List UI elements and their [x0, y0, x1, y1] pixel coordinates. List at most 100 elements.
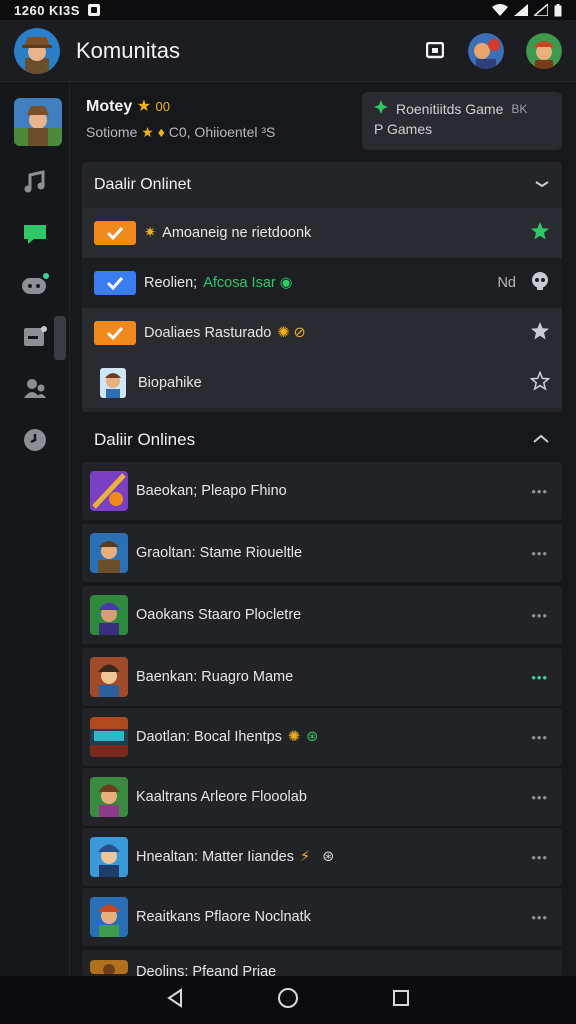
online-row-4[interactable]: Biopahike — [82, 358, 562, 408]
online-list-title: Daliir Onlines — [94, 430, 196, 449]
blocked-icon: ⊘ — [293, 325, 306, 341]
more-options-icon[interactable]: ••• — [531, 730, 548, 745]
wifi-icon — [492, 4, 508, 16]
online-panel-title: Daalir Onlinet — [94, 176, 191, 193]
sparkle-icon — [374, 100, 388, 117]
online-panel: Daalir Onlinet ✷ Amoaneig ne rietdoonk R… — [82, 162, 562, 412]
game-row[interactable]: Baenkan: Ruagro Mame ••• — [82, 648, 562, 706]
online-row-3[interactable]: Doaliaes Rasturado ✺ ⊘ — [82, 308, 562, 358]
profile-name: Motey — [86, 98, 133, 115]
online-row-4-label: Biopahike — [138, 375, 202, 391]
games-chip-tag: BK — [511, 101, 528, 116]
music-note-icon — [22, 169, 48, 200]
game-thumb — [90, 657, 128, 697]
more-options-icon[interactable]: ••• — [531, 608, 548, 623]
skull-icon[interactable] — [530, 271, 550, 295]
sidebar-item-music[interactable] — [0, 164, 70, 204]
message-bubble-icon — [22, 222, 48, 251]
games-chip-subtitle: P Games — [374, 121, 433, 137]
game-thumb — [90, 837, 128, 877]
star-icon-2: ★ — [141, 124, 154, 140]
profile-sub-mid: C0, Ohiioentel — [168, 124, 258, 140]
collapse-icon[interactable] — [534, 176, 550, 194]
chat-icon[interactable] — [424, 40, 446, 62]
chevron-up-icon[interactable] — [532, 431, 550, 449]
game-row[interactable]: Hnealtan: Matter Iiandes ⚡ ⊛ ••• — [82, 828, 562, 886]
more-options-icon[interactable]: ••• — [531, 484, 548, 499]
game-label: Baenkan: Ruagro Mame — [136, 669, 294, 685]
profile-sub-prefix: Sotiome — [86, 124, 138, 140]
game-row[interactable]: Reaitkans Pflaore Noclnatk ••• — [82, 888, 562, 946]
online-row-3-label: Doaliaes Rasturado — [144, 325, 272, 341]
lightning-icon: ⚡ — [299, 849, 311, 865]
checkbox-checked-blue[interactable] — [94, 271, 136, 295]
server-avatar[interactable] — [14, 98, 62, 146]
friend-avatar-1[interactable] — [468, 32, 504, 69]
controller-icon — [20, 272, 50, 301]
game-row[interactable]: Graoltan: Stame Rioueltle ••• — [82, 524, 562, 582]
game-row[interactable]: Oaokans Staaro Plocletre ••• — [82, 586, 562, 644]
profile-subtitle: Sotiome ★ ♦ C0, Ohiioentel ³S — [86, 124, 356, 141]
sidebar-item-friends[interactable] — [0, 370, 70, 410]
game-label: Deolins: Pfeand Priae — [136, 964, 277, 976]
game-label: Graoltan: Stame Rioueltle — [136, 545, 303, 561]
checkbox-checked-2[interactable] — [94, 321, 136, 345]
game-label: Daotlan: Bocal Ihentps — [136, 729, 282, 745]
folder-icon — [22, 324, 48, 353]
game-thumb — [90, 471, 128, 511]
home-icon[interactable] — [277, 987, 299, 1014]
back-icon[interactable] — [166, 987, 184, 1013]
game-label: Hnealtan: Matter Iiandes — [136, 849, 294, 865]
game-row[interactable]: Kaaltrans Arleore Flooolab ••• — [82, 768, 562, 826]
friend-avatar-2[interactable] — [526, 32, 562, 69]
star-filled-icon[interactable] — [530, 321, 550, 345]
online-list-header[interactable]: Daliir Onlines — [82, 416, 562, 464]
profile-summary[interactable]: Motey ★ 00 Sotiome ★ ♦ C0, Ohiioentel ³S — [86, 96, 356, 150]
recents-icon[interactable] — [392, 989, 410, 1012]
profile-sub-end: ³S — [261, 124, 276, 140]
online-row-2-label: Reolien; — [144, 275, 198, 291]
game-label: Baeokan; Pleapo Fhino — [136, 483, 287, 499]
favorite-star-icon[interactable] — [530, 221, 550, 245]
online-row-1[interactable]: ✷ Amoaneig ne rietdoonk — [82, 208, 562, 258]
sidebar-item-messages[interactable] — [0, 216, 70, 256]
system-nav-bar — [0, 976, 576, 1024]
notification-icon — [87, 4, 100, 16]
online-row-2[interactable]: Reolien; Afcosa Isar ◉ Nd — [82, 258, 562, 308]
sidebar-item-history[interactable] — [0, 422, 70, 462]
game-label: Reaitkans Pflaore Noclnatk — [136, 909, 311, 925]
star-outline-icon[interactable] — [529, 370, 551, 395]
game-thumb — [90, 777, 128, 817]
online-row-2-end-label: Nd — [497, 275, 516, 291]
user-avatar[interactable] — [14, 27, 60, 74]
trophy-icon: ♦ — [157, 124, 165, 140]
sidebar-item-files[interactable] — [0, 318, 70, 358]
badge-icon: ✷ — [144, 225, 157, 241]
sidebar-item-voice[interactable] — [0, 266, 70, 306]
page-title: Komunitas — [76, 37, 180, 63]
games-chip[interactable]: Roenitiitds Game BK P Games — [362, 92, 562, 150]
game-thumb — [90, 960, 128, 974]
game-thumb — [90, 897, 128, 937]
app-header: Komunitas — [0, 20, 576, 82]
flame-icon: ✺ — [277, 325, 290, 341]
more-options-icon[interactable]: ••• — [531, 546, 548, 561]
game-thumb — [90, 533, 128, 573]
star-icon: ★ — [136, 98, 152, 115]
more-options-icon[interactable]: ••• — [531, 790, 548, 805]
more-options-icon[interactable]: ••• — [531, 850, 548, 865]
game-row[interactable]: Daotlan: Bocal Ihentps ✺ ⊛ ••• — [82, 708, 562, 766]
soccer-icon: ⊛ — [322, 849, 335, 865]
more-options-icon[interactable]: ••• — [531, 910, 548, 925]
people-icon — [22, 376, 48, 405]
online-status-icon: ◉ — [279, 275, 293, 291]
games-chip-title: Roenitiitds Game — [396, 100, 504, 117]
checkbox-checked[interactable] — [94, 221, 136, 245]
more-options-icon[interactable]: ••• — [531, 670, 548, 685]
game-row[interactable]: Deolins: Pfeand Priae — [82, 950, 562, 976]
game-row[interactable]: Baeokan; Pleapo Fhino ••• — [82, 462, 562, 520]
game-label: Oaokans Staaro Plocletre — [136, 607, 302, 623]
online-row-2-status: Afcosa Isar — [203, 275, 276, 291]
online-panel-header[interactable]: Daalir Onlinet — [82, 162, 562, 208]
signal-icon-2 — [534, 4, 548, 16]
